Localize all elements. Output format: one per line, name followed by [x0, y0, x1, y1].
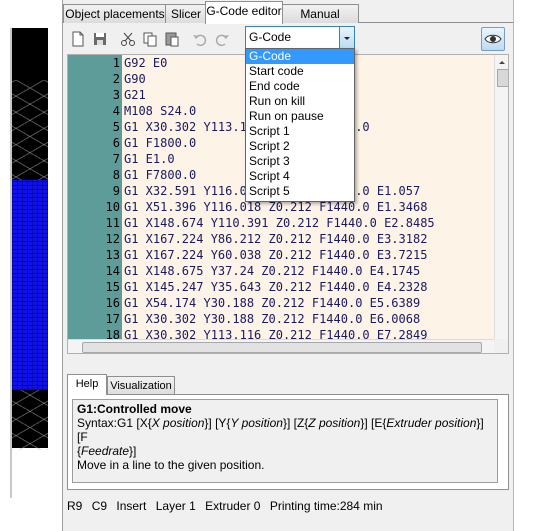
dropdown-option[interactable]: Script 3: [246, 154, 354, 169]
vertical-scrollbar[interactable]: [494, 55, 509, 339]
paste-icon[interactable]: [163, 30, 181, 48]
dropdown-option[interactable]: Script 1: [246, 124, 354, 139]
code-text: M108 S24.0: [124, 104, 197, 118]
help-text: G1:Controlled move Syntax:G1 [X{X positi…: [72, 399, 498, 483]
dropdown-option[interactable]: Script 2: [246, 139, 354, 154]
code-line[interactable]: 15 G1 X145.247 Y35.643 Z0.212 F1440.0 E4.…: [68, 279, 488, 295]
code-text: G92 E0: [124, 56, 168, 70]
line-number: 1: [112, 56, 120, 70]
3d-viewport[interactable]: [0, 0, 62, 531]
cut-icon[interactable]: [119, 30, 137, 48]
code-text: G1 F7800.0: [124, 168, 197, 182]
dropdown-option[interactable]: Start code: [246, 64, 354, 79]
line-number: 3: [112, 88, 120, 102]
line-number: 6: [112, 136, 120, 150]
chevron-down-icon[interactable]: [339, 27, 354, 49]
line-number: 15: [105, 280, 120, 294]
line-number: 16: [105, 296, 120, 310]
code-text: G1 F1800.0: [124, 136, 197, 150]
help-syntax: Syntax:G1 [X{X position}] [Y{Y position}…: [77, 416, 484, 458]
undo-icon[interactable]: [191, 30, 209, 48]
help-title: G1:Controlled move: [77, 402, 192, 416]
line-number: 4: [112, 104, 120, 118]
code-text: G1 X30.302 Y30.188 Z0.212 F1440.0 E6.006…: [124, 312, 421, 326]
code-text: G1 X148.674 Y110.391 Z0.212 F1440.0 E2.8…: [124, 216, 435, 230]
dropdown-option[interactable]: End code: [246, 79, 354, 94]
window-edge: [513, 0, 533, 531]
line-number: 5: [112, 120, 120, 134]
code-text: G1 E1.0: [124, 152, 175, 166]
line-number: 12: [105, 232, 120, 246]
dropdown-option[interactable]: Run on pause: [246, 109, 354, 124]
save-icon[interactable]: [91, 30, 109, 48]
line-number: 8: [112, 168, 120, 182]
line-number: 10: [105, 200, 120, 214]
code-text: G1 X167.224 Y60.038 Z0.212 F1440.0 E3.72…: [124, 248, 428, 262]
code-text: G21: [124, 88, 146, 102]
eye-icon[interactable]: [481, 27, 505, 51]
line-number: 13: [105, 248, 120, 262]
status-bar: R9 C9 Insert Layer 1 Extruder 0 Printing…: [67, 496, 507, 516]
status-mode: Insert: [116, 499, 147, 513]
tab-help[interactable]: Help: [67, 374, 107, 395]
script-selector-value: G-Code: [249, 30, 292, 44]
line-number: 9: [112, 184, 120, 198]
line-number: 14: [105, 264, 120, 278]
scroll-up-icon[interactable]: [495, 55, 509, 69]
dropdown-option[interactable]: Script 4: [246, 169, 354, 184]
code-text: G90: [124, 72, 146, 86]
dropdown-option[interactable]: Run on kill: [246, 94, 354, 109]
tab-slicer[interactable]: Slicer: [165, 4, 207, 23]
script-dropdown-list[interactable]: G-Code Start code End code Run on kill Run o…: [245, 48, 355, 202]
code-text: G1 X148.675 Y37.24 Z0.212 F1440.0 E4.174…: [124, 264, 421, 278]
status-extruder: Extruder 0: [205, 499, 261, 513]
status-layer: Layer 1: [155, 499, 196, 513]
dropdown-option[interactable]: Script 5: [246, 184, 354, 199]
dropdown-option[interactable]: G-Code: [246, 49, 354, 64]
vertical-scroll-thumb[interactable]: [497, 69, 508, 87]
scrollbar-corner: [494, 339, 508, 353]
gcode-panel: Object placements Slicer G-Code editor M…: [62, 0, 514, 531]
line-number: 7: [112, 152, 120, 166]
code-text: G1 X145.247 Y35.643 Z0.212 F1440.0 E4.23…: [124, 280, 428, 294]
status-row: R9: [67, 499, 83, 513]
line-number: 17: [105, 312, 120, 326]
new-file-icon[interactable]: [69, 30, 87, 48]
redo-icon[interactable]: [213, 30, 231, 48]
horizontal-scrollbar[interactable]: [68, 339, 494, 353]
code-text: G1 X167.224 Y86.212 Z0.212 F1440.0 E3.31…: [124, 232, 428, 246]
code-line[interactable]: 13 G1 X167.224 Y60.038 Z0.212 F1440.0 E3.…: [68, 247, 488, 263]
code-line[interactable]: 17 G1 X30.302 Y30.188 Z0.212 F1440.0 E6.0…: [68, 311, 488, 327]
horizontal-scroll-thumb[interactable]: [82, 342, 482, 353]
code-line[interactable]: 11 G1 X148.674 Y110.391 Z0.212 F1440.0 E2…: [68, 215, 488, 231]
code-line[interactable]: 12 G1 X167.224 Y86.212 Z0.212 F1440.0 E3.…: [68, 231, 488, 247]
code-line[interactable]: 14 G1 X148.675 Y37.24 Z0.212 F1440.0 E4.1…: [68, 263, 488, 279]
printed-object-preview: [12, 180, 48, 390]
code-text: G1 X54.174 Y30.188 Z0.212 F1440.0 E5.638…: [124, 296, 421, 310]
help-panel: G1:Controlled move Syntax:G1 [X{X positi…: [67, 394, 509, 490]
line-number: 2: [112, 72, 120, 86]
status-col: C9: [91, 499, 108, 513]
tab-gcode-editor[interactable]: G-Code editor: [205, 1, 283, 24]
line-number: 11: [105, 216, 120, 230]
copy-icon[interactable]: [141, 30, 159, 48]
tab-visualization[interactable]: Visualization: [107, 376, 175, 395]
tab-object-placements[interactable]: Object placements: [63, 4, 167, 23]
code-line[interactable]: 16 G1 X54.174 Y30.188 Z0.212 F1440.0 E5.6…: [68, 295, 488, 311]
script-selector[interactable]: G-Code: [245, 26, 355, 50]
help-description: Move in a line to the given position.: [77, 458, 265, 472]
status-printing-time: Printing time:284 min: [269, 499, 383, 513]
tab-manual-control[interactable]: Manual control: [281, 4, 359, 39]
